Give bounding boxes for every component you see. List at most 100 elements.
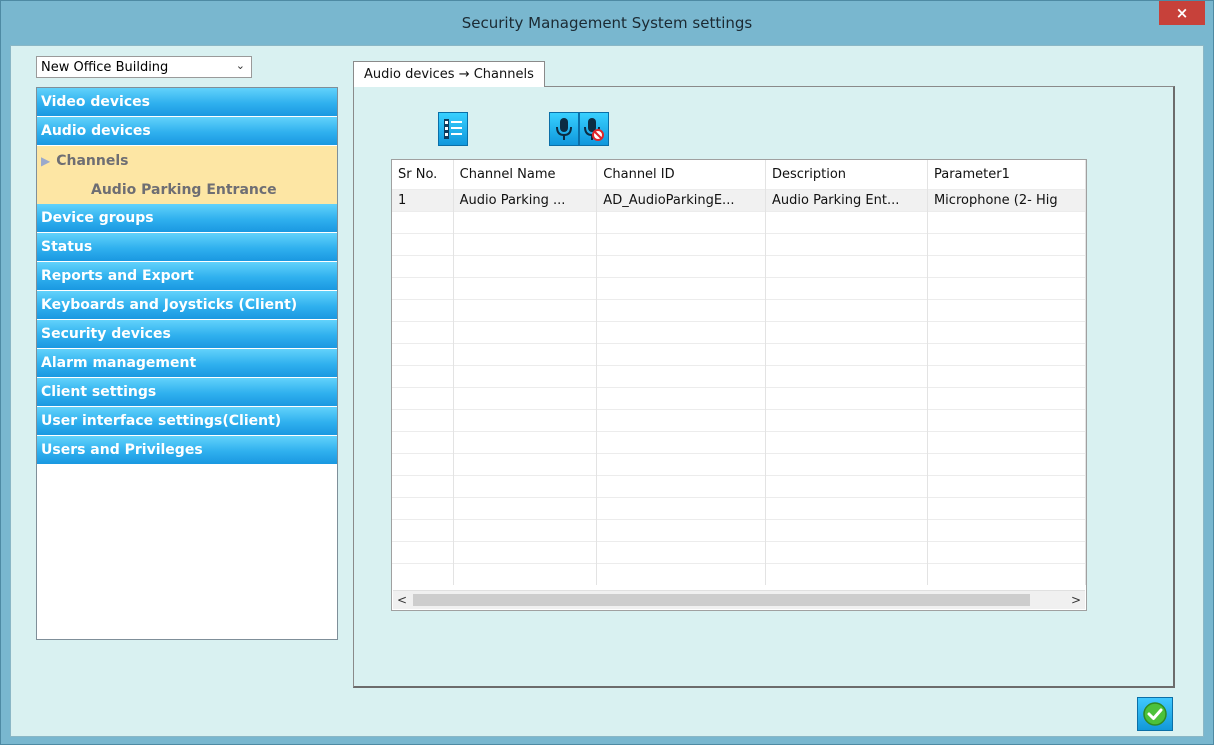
empty-cell [392, 431, 454, 454]
nav-item-keyboards-joysticks[interactable]: Keyboards and Joysticks (Client) [37, 291, 337, 319]
empty-row [392, 255, 1086, 278]
empty-row [392, 541, 1086, 564]
close-icon: × [1175, 4, 1189, 22]
empty-cell [765, 519, 928, 542]
empty-cell [927, 365, 1086, 388]
microphone-disabled-icon [584, 118, 604, 141]
column-header-sr-no[interactable]: Sr No. [392, 160, 454, 190]
empty-row [392, 519, 1086, 542]
empty-row [392, 453, 1086, 476]
empty-cell [392, 255, 454, 278]
empty-cell [392, 299, 454, 322]
scroll-left-icon[interactable]: < [393, 591, 411, 609]
nav-item-device-groups[interactable]: Device groups [37, 204, 337, 232]
empty-cell [927, 431, 1086, 454]
horizontal-scrollbar[interactable]: < > [393, 590, 1085, 609]
nav-item-audio-devices[interactable]: Audio devices [37, 117, 337, 145]
nav-item-status[interactable]: Status [37, 233, 337, 261]
empty-cell [392, 497, 454, 520]
building-select-value: New Office Building [41, 59, 169, 75]
nav-item-video-devices[interactable]: Video devices [37, 88, 337, 116]
ok-button[interactable] [1137, 697, 1173, 731]
cell-channel-id: AD_AudioParkingE... [596, 189, 766, 212]
empty-cell [765, 277, 928, 300]
empty-cell [392, 409, 454, 432]
empty-cell [765, 343, 928, 366]
nav-item-ui-settings[interactable]: User interface settings(Client) [37, 407, 337, 435]
empty-cell [765, 211, 928, 234]
enable-microphone-button[interactable] [549, 112, 579, 146]
nav-item-users-privileges[interactable]: Users and Privileges [37, 436, 337, 464]
empty-cell [596, 453, 766, 476]
nav-item-reports-export[interactable]: Reports and Export [37, 262, 337, 290]
settings-window: Security Management System settings × Ne… [0, 0, 1214, 745]
chevron-down-icon: ⌄ [235, 59, 245, 72]
column-header-description[interactable]: Description [765, 160, 928, 190]
empty-cell [765, 475, 928, 498]
cell-description: Audio Parking Ent... [765, 189, 928, 212]
empty-cell [927, 519, 1086, 542]
nav-sub-channels[interactable]: ▶ Channels [37, 146, 337, 175]
nav-sub-channels-label: Channels [56, 152, 129, 169]
empty-row [392, 233, 1086, 256]
empty-cell [453, 299, 598, 322]
empty-cell [596, 563, 766, 585]
empty-cell [596, 409, 766, 432]
empty-cell [765, 321, 928, 344]
grid-header-row: Sr No. Channel Name Channel ID Descripti… [392, 160, 1086, 190]
empty-cell [453, 277, 598, 300]
table-row[interactable]: 1 Audio Parking ... AD_AudioParkingE... … [392, 189, 1086, 212]
empty-cell [927, 343, 1086, 366]
nav-sub-audio-parking-entrance[interactable]: Audio Parking Entrance [37, 175, 337, 204]
window-title: Security Management System settings [461, 14, 753, 32]
empty-cell [453, 211, 598, 234]
list-view-button[interactable] [438, 112, 468, 146]
empty-cell [765, 387, 928, 410]
empty-cell [765, 453, 928, 476]
empty-cell [596, 343, 766, 366]
empty-cell [596, 255, 766, 278]
empty-cell [453, 453, 598, 476]
list-icon [444, 119, 462, 139]
empty-cell [392, 541, 454, 564]
cell-channel-name: Audio Parking ... [453, 189, 598, 212]
tab-audio-channels[interactable]: Audio devices → Channels [353, 61, 545, 87]
title-bar: Security Management System settings × [1, 1, 1213, 45]
empty-row [392, 299, 1086, 322]
empty-cell [927, 277, 1086, 300]
empty-cell [927, 541, 1086, 564]
empty-row [392, 321, 1086, 344]
scrollbar-thumb[interactable] [413, 594, 1030, 606]
empty-cell [596, 299, 766, 322]
empty-cell [453, 475, 598, 498]
scroll-right-icon[interactable]: > [1067, 591, 1085, 609]
empty-cell [392, 321, 454, 344]
nav-item-alarm-management[interactable]: Alarm management [37, 349, 337, 377]
expand-arrow-icon: ▶ [41, 153, 51, 168]
cell-sr-no: 1 [392, 189, 454, 212]
nav-item-security-devices[interactable]: Security devices [37, 320, 337, 348]
empty-cell [453, 497, 598, 520]
nav-item-client-settings[interactable]: Client settings [37, 378, 337, 406]
empty-cell [453, 563, 598, 585]
empty-cell [453, 321, 598, 344]
close-button[interactable]: × [1159, 1, 1205, 25]
column-header-channel-id[interactable]: Channel ID [596, 160, 766, 190]
empty-cell [392, 211, 454, 234]
column-header-parameter1[interactable]: Parameter1 [927, 160, 1086, 190]
empty-cell [927, 233, 1086, 256]
empty-cell [453, 541, 598, 564]
empty-cell [453, 431, 598, 454]
empty-cell [392, 277, 454, 300]
column-header-channel-name[interactable]: Channel Name [453, 160, 598, 190]
empty-cell [596, 387, 766, 410]
empty-cell [596, 233, 766, 256]
empty-cell [596, 497, 766, 520]
empty-cell [927, 453, 1086, 476]
empty-row [392, 409, 1086, 432]
empty-cell [927, 387, 1086, 410]
disable-microphone-button[interactable] [579, 112, 609, 146]
building-select[interactable]: New Office Building ⌄ [36, 56, 252, 78]
client-area: New Office Building ⌄ Video devices Audi… [10, 45, 1204, 737]
empty-cell [596, 541, 766, 564]
